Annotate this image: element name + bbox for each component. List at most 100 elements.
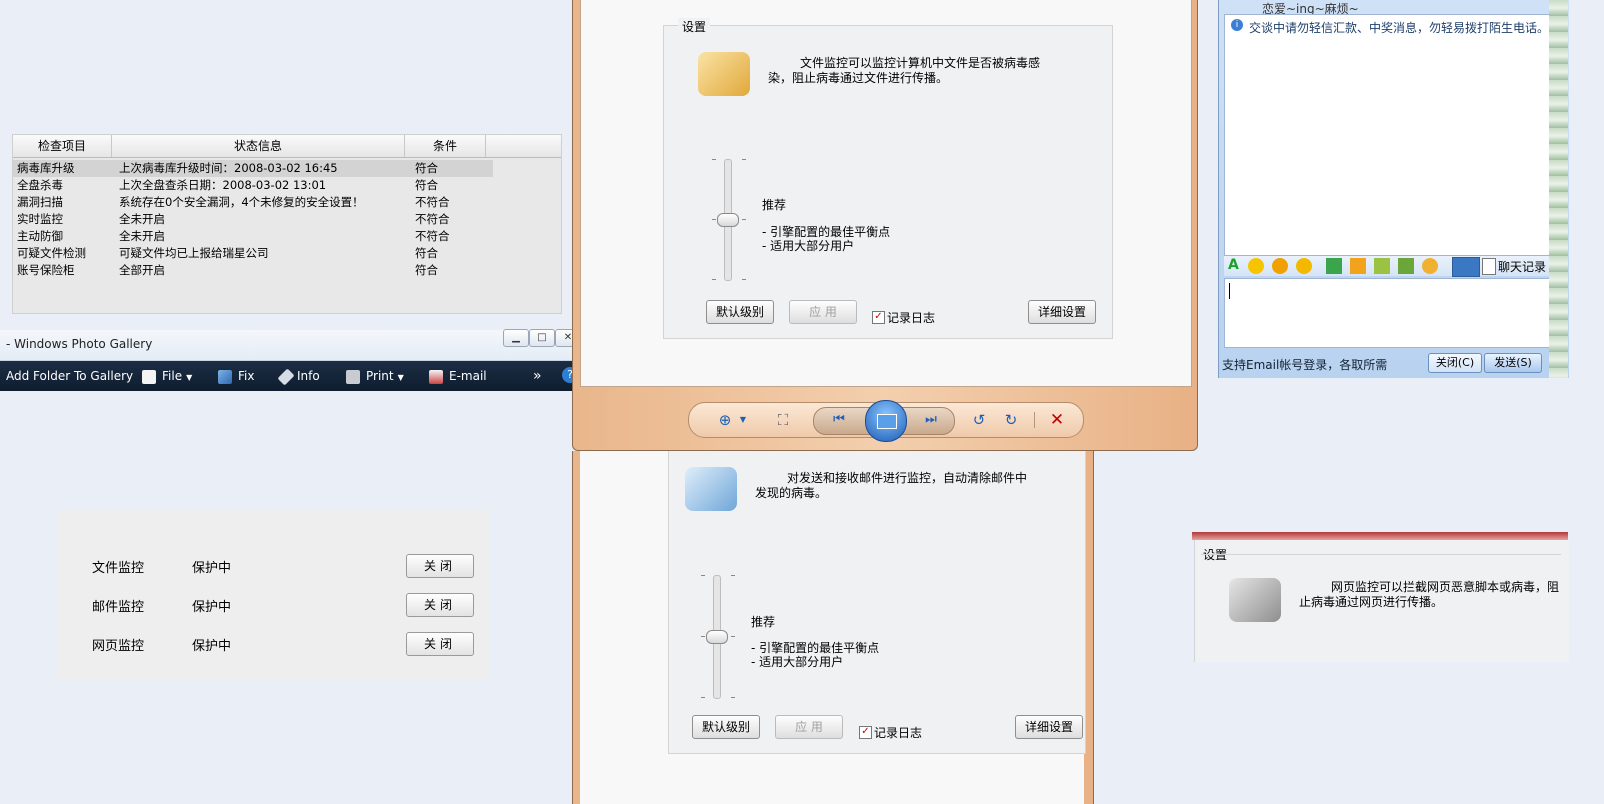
zoom-icon[interactable]: ⊕ [715,410,735,430]
file-log-label: 记录日志 [887,311,936,325]
table-row[interactable]: 主动防御 全未开启 不符合 [13,228,561,245]
photo-gallery-titlebar[interactable]: - Windows Photo Gallery [0,330,585,361]
table-row[interactable]: 病毒库升级 上次病毒库升级时间：2008-03-02 16:45 符合 [13,160,493,177]
emoticon-icon[interactable] [1248,258,1264,274]
printer-icon [346,369,360,384]
mail-apply-button[interactable]: 应 用 [775,715,843,739]
table-row[interactable]: 全盘杀毒 上次全盘查杀日期：2008-03-02 13:01 符合 [13,177,561,194]
table-row[interactable]: 实时监控 全未开启 不符合 [13,211,561,228]
row-info: 全部开启 [119,263,165,277]
minimize-button[interactable]: ▁ [503,329,529,347]
text-cursor [1229,283,1230,299]
image-icon[interactable] [1350,258,1366,274]
mail-level-line2: - 适用大部分用户 [751,655,844,669]
mail-log-label: 记录日志 [874,726,923,740]
viewer-control-bar: ⊕ ▼ ⛶ ⏮ ⏭ ↺ ↻ ✕ [688,400,1084,442]
chat-send-button[interactable]: 发送(S) [1484,353,1542,373]
chat-footer-text: 支持Email帐号登录，各取所需 [1222,358,1388,372]
table-row[interactable]: 漏洞扫描 系统存在0个安全漏洞，4个未修复的安全设置！ 不符合 [13,194,561,211]
fix-icon [218,369,232,384]
folder-umbrella-icon [698,52,750,96]
file-log-checkbox[interactable]: ✓ [872,311,885,324]
file-level-line2: - 适用大部分用户 [762,239,855,253]
maximize-button[interactable]: □ [529,329,555,347]
tab-strip[interactable] [1192,532,1568,540]
row-condition: 符合 [415,161,438,175]
monitor-status-panel: 文件监控 保护中 关闭 邮件监控 保护中 关闭 网页监控 保护中 关闭 [58,510,490,680]
file-monitor-status: 保护中 [192,561,232,576]
row-condition: 不符合 [415,195,450,209]
row-info: 上次病毒库升级时间：2008-03-02 16:45 [119,161,338,175]
mail-default-level-button[interactable]: 默认级别 [692,715,760,739]
row-condition: 符合 [415,246,438,260]
row-condition: 不符合 [415,212,450,226]
fix-label: Fix [238,369,255,383]
tag-icon [277,368,295,385]
chat-input-field[interactable] [1224,278,1551,348]
file-level-title: 推荐 [762,198,787,212]
file-monitor-close-button[interactable]: 关闭 [406,554,474,578]
magic-emoticon-icon[interactable] [1272,258,1288,274]
wink-icon[interactable] [1296,258,1312,274]
previous-icon[interactable]: ⏮ [829,410,849,430]
table-header: 检查项目 状态信息 条件 [13,135,561,158]
column-header-item[interactable]: 检查项目 [13,135,112,157]
shake-icon[interactable] [1422,258,1438,274]
screenshot-icon[interactable] [1326,258,1342,274]
chevron-down-icon[interactable]: ▼ [733,410,753,430]
display-mode-icon[interactable] [1452,257,1480,277]
security-status-table: 检查项目 状态信息 条件 病毒库升级 上次病毒库升级时间：2008-03-02 … [12,134,562,314]
table-row[interactable]: 账号保险柜 全部开启 符合 [13,262,561,279]
file-default-level-button[interactable]: 默认级别 [706,300,774,324]
font-icon[interactable]: A [1228,257,1239,273]
chat-message-area[interactable]: i 交谈中请勿轻信汇款、中奖消息，勿轻易拨打陌生电话。 [1224,14,1551,256]
chat-close-button[interactable]: 关闭(C) [1428,353,1482,373]
mail-monitor-close-button[interactable]: 关闭 [406,593,474,617]
web-monitor-close-button[interactable]: 关闭 [406,632,474,656]
mail-description: 对发送和接收邮件进行监控，自动清除邮件中发现的病毒。 [755,471,1028,500]
web-description: 网页监控可以拦截网页恶意脚本或病毒，阻止病毒通过网页进行传播。 [1299,580,1560,609]
email-icon [429,369,443,384]
info-button[interactable]: Info [277,361,320,391]
slider-tick [701,636,705,637]
file-level-slider-thumb[interactable] [717,213,739,227]
mail-log-checkbox[interactable]: ✓ [859,726,872,739]
row-info: 全未开启 [119,212,165,226]
divider [1201,554,1561,555]
table-row[interactable]: 可疑文件检测 可疑文件均已上报给瑞星公司 符合 [13,245,561,262]
info-label: Info [297,369,320,383]
mail-level-title: 推荐 [751,615,776,629]
card-icon[interactable] [1398,258,1414,274]
fix-button[interactable]: Fix [218,361,254,391]
file-menu-button[interactable]: File ▼ [142,361,192,391]
rotate-left-icon[interactable]: ↺ [969,410,989,430]
chat-warning: 交谈中请勿轻信汇款、中奖消息，勿轻易拨打陌生电话。 [1249,21,1550,35]
delete-icon[interactable]: ✕ [1047,410,1067,430]
row-condition: 不符合 [415,229,450,243]
slideshow-button[interactable] [865,400,907,442]
slider-tick [712,279,716,280]
slideshow-icon [877,414,897,429]
slider-tick [731,636,735,637]
info-icon: i [1231,19,1243,31]
mail-monitor-status: 保护中 [192,600,232,615]
mail-detail-settings-button[interactable]: 详细设置 [1015,715,1083,739]
file-apply-button[interactable]: 应 用 [789,300,857,324]
add-folder-button[interactable]: Add Folder To Gallery [6,361,133,391]
more-button[interactable]: » [533,361,542,391]
mail-level-slider-thumb[interactable] [706,630,728,644]
print-menu-button[interactable]: Print ▼ [346,361,404,391]
file-detail-settings-button[interactable]: 详细设置 [1028,300,1096,324]
chevron-down-icon: ▼ [186,373,193,382]
music-icon[interactable] [1374,258,1390,274]
rotate-right-icon[interactable]: ↻ [1001,410,1021,430]
chat-history-button[interactable]: 聊天记录 [1498,258,1546,275]
next-icon[interactable]: ⏭ [921,410,941,430]
slider-tick [701,575,705,576]
column-header-condition[interactable]: 条件 [405,135,486,157]
photo-gallery-toolbar: Add Folder To Gallery File ▼ Fix Info Pri… [0,361,585,391]
email-button[interactable]: E-mail [429,361,487,391]
column-header-info[interactable]: 状态信息 [112,135,405,157]
fit-window-icon[interactable]: ⛶ [773,410,793,430]
row-condition: 符合 [415,263,438,277]
